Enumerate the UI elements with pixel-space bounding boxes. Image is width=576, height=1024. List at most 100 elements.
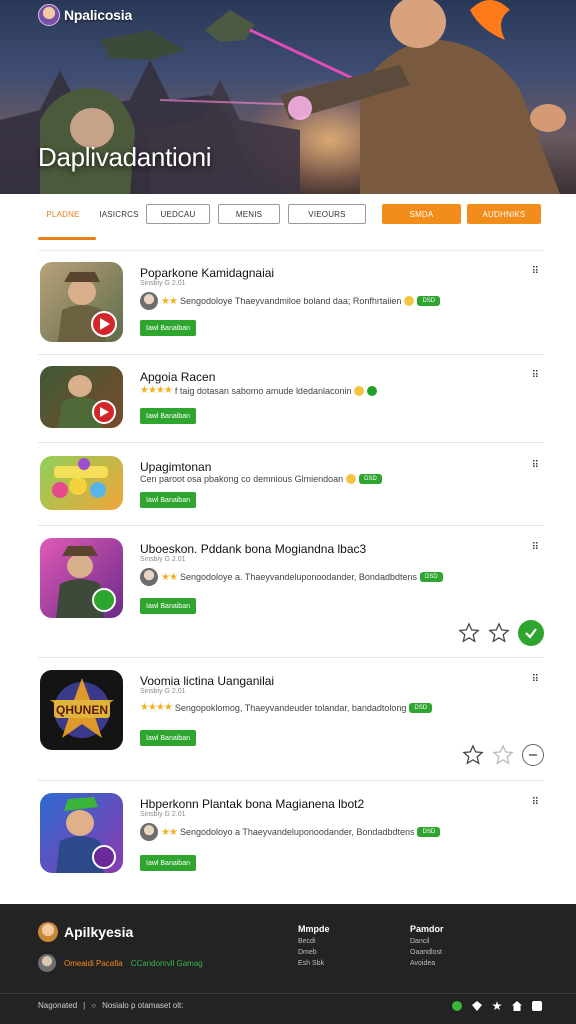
list-item[interactable]: Upagimtonan Cen paroot osa pbakong co de…	[38, 456, 544, 512]
divider	[38, 354, 544, 355]
list-item[interactable]: Uboeskon. Pddank bona Mogiandna lbac3 Si…	[38, 538, 544, 650]
app-subtitle: Sinsbiy G 2.01	[140, 811, 186, 818]
soldier-icon[interactable]	[40, 366, 123, 428]
status-badge: DSD	[419, 572, 443, 582]
tab-audhniks[interactable]: AUDHNIKS	[467, 204, 541, 224]
footer-brand-text: Apilkyesia	[64, 924, 134, 940]
brand-avatar-icon	[38, 922, 58, 942]
rating-stars-icon: ★★	[161, 571, 178, 583]
app-rating-text: Cen paroot osa pbakong co demnious Glmie…	[140, 474, 344, 484]
app-title[interactable]: Upagimtonan	[140, 460, 211, 474]
app-rating-text: Sengopoklomog, Thaeyvandeuder tolandar, …	[174, 702, 407, 713]
tab-active-indicator	[38, 237, 96, 240]
favorite-star-icon[interactable]	[488, 622, 510, 644]
footer-column-title: Pamdor	[410, 924, 444, 934]
svg-text:QHUNEN: QHUNEN	[56, 703, 108, 717]
divider	[38, 250, 544, 251]
tab-menis[interactable]: MENIS	[218, 204, 280, 224]
square-icon[interactable]	[532, 1001, 542, 1011]
status-badge: DSD	[417, 296, 441, 306]
footer-column-title: Mmpde	[298, 924, 330, 934]
hero-banner: Npalicosia Daplivadantioni	[0, 0, 576, 194]
divider	[38, 442, 544, 443]
footer-links: Omeaidi Pacafia CCandomvll Gamag	[38, 954, 203, 972]
more-options-icon[interactable]: ⠿	[532, 266, 540, 277]
footer-column-2: Pamdor Dancil Oaandlost Avoidea	[410, 924, 444, 967]
download-button[interactable]: Iawl Banaiban	[140, 408, 196, 424]
more-options-icon[interactable]: ⠿	[532, 542, 540, 553]
soldier-icon[interactable]	[40, 262, 123, 342]
app-meta: ★★ Sengodoloye Thaeyvandmiloe boland daa…	[140, 292, 441, 310]
more-options-icon[interactable]: ⠿	[532, 674, 540, 685]
coin-icon	[346, 474, 357, 484]
more-options-icon[interactable]: ⠿	[532, 370, 540, 381]
app-title[interactable]: Poparkone Kamidagnaiai	[140, 266, 274, 280]
app-rating-text: Sengodoloye a. Thaeyvandeluponoodander, …	[179, 572, 417, 582]
divider	[0, 993, 576, 994]
download-button[interactable]: Iawl Banaiban	[140, 492, 196, 508]
list-item[interactable]: Hbperkonn Plantak bona Magianena lbot2 S…	[38, 793, 544, 877]
more-options-icon[interactable]: ⠿	[532, 797, 540, 808]
status-badge: DSD	[409, 702, 433, 713]
app-title[interactable]: Hbperkonn Plantak bona Magianena lbot2	[140, 797, 364, 811]
list-item[interactable]: Apgoia Racen ★★★★ f taig dotasan sabomo …	[38, 366, 544, 430]
home-icon[interactable]	[512, 1001, 522, 1011]
separator-icon: |	[83, 1001, 86, 1010]
footer-link[interactable]: Avoidea	[410, 960, 444, 967]
app-rating-text: f taig dotasan sabomo amude ldedanlaconi…	[174, 385, 352, 396]
tab-smda[interactable]: SMDA	[382, 204, 461, 224]
rating-stars-icon: ★★★★	[140, 702, 173, 713]
tab-iasicrcs[interactable]: IASICRCS	[94, 204, 144, 224]
star-icon[interactable]	[492, 1001, 502, 1011]
footer-brand[interactable]: Apilkyesia	[38, 922, 133, 942]
tab-pladne[interactable]: PLADNE	[38, 204, 88, 224]
check-icon[interactable]	[518, 620, 544, 646]
footer-link[interactable]: Dancil	[410, 938, 444, 945]
coin-icon	[404, 296, 415, 306]
hero-icon[interactable]	[40, 793, 123, 873]
tab-uedcau[interactable]: UEDCAU	[146, 204, 210, 224]
status-dot-icon	[367, 385, 378, 396]
adventurer-icon[interactable]	[40, 538, 123, 618]
app-title[interactable]: Apgoia Racen	[140, 370, 215, 384]
download-button[interactable]: Iawl Banaiban	[140, 320, 196, 336]
favorite-star-icon[interactable]	[492, 744, 514, 766]
logo-avatar-icon	[38, 4, 60, 26]
app-title[interactable]: Uboeskon. Pddank bona Mogiandna lbac3	[140, 542, 366, 556]
footer-link-orange[interactable]: Omeaidi Pacafia	[64, 959, 123, 968]
logo-text: Npalicosia	[64, 7, 133, 23]
social-links	[452, 1001, 542, 1011]
footer-link-green[interactable]: CCandomvll Gamag	[131, 959, 203, 968]
app-subtitle: Sinsbiy G 2.01	[140, 688, 186, 695]
candy-game-icon[interactable]	[40, 456, 123, 510]
tab-vieours[interactable]: VIEOURS	[288, 204, 366, 224]
location-icon[interactable]	[472, 1001, 482, 1011]
list-item[interactable]: Poparkone Kamidagnaiai Sinsbiy G 2.01 ★★…	[38, 262, 544, 346]
app-logo[interactable]: Npalicosia	[38, 4, 132, 26]
list-item[interactable]: QHUNEN Voomia lictina Uanganilai Sinsbiy…	[38, 670, 544, 770]
app-meta: ★★★★ f taig dotasan sabomo amude ldedanl…	[140, 385, 378, 396]
avatar	[140, 292, 158, 310]
favorite-star-icon[interactable]	[458, 622, 480, 644]
download-button[interactable]: Iawl Banaiban	[140, 855, 196, 871]
footer-link[interactable]: Oaandlost	[410, 949, 444, 956]
divider	[38, 525, 544, 526]
status-badge: DSD	[417, 827, 441, 837]
download-button[interactable]: Iawl Banaiban	[140, 598, 196, 614]
rating-stars-icon: ★★	[161, 826, 178, 838]
more-options-icon[interactable]: ⠿	[532, 460, 540, 471]
footer-legal-left[interactable]: Nagonated	[38, 1001, 77, 1010]
social-green-icon[interactable]	[452, 1001, 462, 1011]
app-subtitle: Sinsbiy G 2.01	[140, 556, 186, 563]
app-rating-text: Sengodoloye Thaeyvandmiloe boland daa; R…	[179, 296, 402, 306]
footer-link[interactable]: Esh Sbk	[298, 960, 330, 967]
app-subtitle: Sinsbiy G 2.01	[140, 280, 186, 287]
app-title[interactable]: Voomia lictina Uanganilai	[140, 674, 274, 688]
footer-legal-right[interactable]: Nosialo p otamaset olt:	[102, 1001, 183, 1010]
game-logo-icon[interactable]: QHUNEN	[40, 670, 123, 750]
footer-link[interactable]: Becdi	[298, 938, 330, 945]
download-button[interactable]: Iawl Banaiban	[140, 730, 196, 746]
footer-link[interactable]: Dmeb	[298, 949, 330, 956]
favorite-star-icon[interactable]	[462, 744, 484, 766]
remove-icon[interactable]	[522, 744, 544, 766]
